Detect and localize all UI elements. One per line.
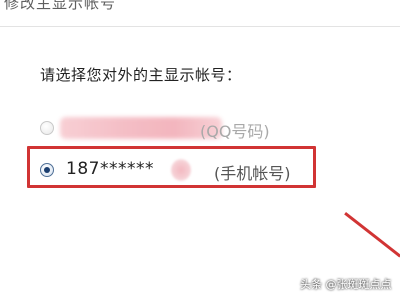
dialog-title-bar: 修改主显示帐号 xyxy=(0,0,400,27)
dialog-title: 修改主显示帐号 xyxy=(4,0,117,12)
account-select-prompt: 请选择您对外的主显示帐号： xyxy=(40,66,242,84)
annotation-arrow xyxy=(344,212,400,258)
selection-highlight-box xyxy=(27,146,316,188)
qq-account-type-label: (QQ号码) xyxy=(200,122,270,141)
qq-account-option[interactable]: (QQ号码) xyxy=(36,115,312,143)
source-watermark: 头条 @张斑斑点点 xyxy=(300,278,392,291)
qq-account-radio[interactable] xyxy=(40,121,54,135)
redacted-qq-number xyxy=(60,117,222,139)
